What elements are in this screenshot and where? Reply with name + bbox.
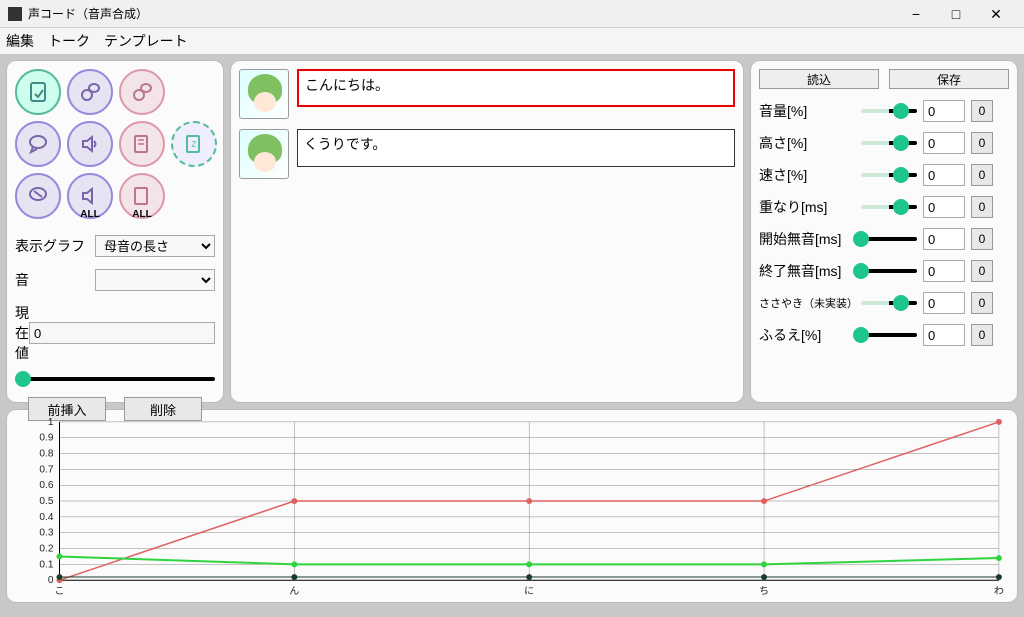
param-label: 開始無音[ms] <box>759 229 855 249</box>
param-row: 終了無音[ms] 0 <box>759 259 1009 283</box>
param-slider[interactable] <box>861 301 917 305</box>
param-value[interactable] <box>923 132 965 154</box>
left-panel: Z ALL ALL 表示グラフ 母音の長さ 音 現在値 前挿入 削除 <box>6 60 224 403</box>
menu-talk[interactable]: トーク <box>48 31 90 51</box>
param-zero-button[interactable]: 0 <box>971 260 993 282</box>
param-label: 高さ[%] <box>759 133 855 153</box>
param-slider[interactable] <box>861 205 917 209</box>
talk-row: こんにちは。 <box>239 69 735 119</box>
tool-icon-9[interactable]: ALL <box>67 173 113 219</box>
param-value[interactable] <box>923 228 965 250</box>
talk-text[interactable]: くうりです。 <box>297 129 735 167</box>
param-slider[interactable] <box>861 333 917 337</box>
menu-edit[interactable]: 編集 <box>6 31 34 51</box>
param-slider[interactable] <box>861 141 917 145</box>
svg-text:0.2: 0.2 <box>39 544 53 555</box>
graph-label: 表示グラフ <box>15 236 95 256</box>
svg-text:0.6: 0.6 <box>39 480 53 491</box>
svg-text:0.1: 0.1 <box>39 559 53 570</box>
param-zero-button[interactable]: 0 <box>971 132 993 154</box>
svg-text:1: 1 <box>48 417 54 428</box>
param-slider[interactable] <box>861 109 917 113</box>
sound-select[interactable] <box>95 269 215 291</box>
avatar[interactable] <box>239 69 289 119</box>
tool-icon-10[interactable]: ALL <box>119 173 165 219</box>
talk-row: くうりです。 <box>239 129 735 179</box>
param-label: ささやき（未実装）[-] <box>759 295 855 311</box>
tool-icon-2[interactable] <box>67 69 113 115</box>
avatar[interactable] <box>239 129 289 179</box>
tool-icon-8[interactable] <box>15 173 61 219</box>
center-panel: こんにちは。くうりです。 <box>230 60 744 403</box>
tool-icon-7[interactable]: Z <box>171 121 217 167</box>
param-value[interactable] <box>923 100 965 122</box>
svg-text:に: に <box>524 585 534 597</box>
load-button[interactable]: 読込 <box>759 69 879 89</box>
param-row: ささやき（未実装）[-] 0 <box>759 291 1009 315</box>
talk-text[interactable]: こんにちは。 <box>297 69 735 107</box>
param-value[interactable] <box>923 292 965 314</box>
minimize-button[interactable]: − <box>896 0 936 28</box>
svg-text:ち: ち <box>759 585 769 597</box>
svg-text:ん: ん <box>289 585 299 597</box>
right-panel: 読込 保存 音量[%]0高さ[%]0速さ[%]0重なり[ms]0開始無音[ms]… <box>750 60 1018 403</box>
svg-text:0.3: 0.3 <box>39 528 53 539</box>
svg-text:0.9: 0.9 <box>39 433 53 444</box>
tool-icon-6[interactable] <box>119 121 165 167</box>
svg-text:わ: わ <box>994 585 1004 597</box>
app-icon <box>8 7 22 21</box>
param-zero-button[interactable]: 0 <box>971 164 993 186</box>
param-zero-button[interactable]: 0 <box>971 196 993 218</box>
current-label: 現在値 <box>15 303 29 363</box>
param-value[interactable] <box>923 324 965 346</box>
current-value[interactable] <box>29 322 215 344</box>
svg-text:0: 0 <box>48 575 54 586</box>
param-label: 音量[%] <box>759 101 855 121</box>
param-slider[interactable] <box>861 237 917 241</box>
menu-template[interactable]: テンプレート <box>104 31 188 51</box>
window-title: 声コード（音声合成） <box>28 5 148 22</box>
param-row: 音量[%] 0 <box>759 99 1009 123</box>
param-value[interactable] <box>923 260 965 282</box>
tool-icon-5[interactable] <box>67 121 113 167</box>
param-label: 重なり[ms] <box>759 197 855 217</box>
svg-text:こ: こ <box>54 586 64 597</box>
maximize-button[interactable]: □ <box>936 0 976 28</box>
svg-text:Z: Z <box>192 140 197 149</box>
tool-icon-4[interactable] <box>15 121 61 167</box>
graph-select[interactable]: 母音の長さ <box>95 235 215 257</box>
param-value[interactable] <box>923 164 965 186</box>
svg-text:0.8: 0.8 <box>39 449 53 460</box>
param-zero-button[interactable]: 0 <box>971 228 993 250</box>
param-row: 開始無音[ms] 0 <box>759 227 1009 251</box>
param-slider[interactable] <box>861 269 917 273</box>
current-slider[interactable] <box>15 377 215 381</box>
tool-icon-3[interactable] <box>119 69 165 115</box>
save-button[interactable]: 保存 <box>889 69 1009 89</box>
param-row: ふるえ[%] 0 <box>759 323 1009 347</box>
param-row: 速さ[%] 0 <box>759 163 1009 187</box>
tool-icon-1[interactable] <box>15 69 61 115</box>
sound-label: 音 <box>15 270 95 290</box>
param-row: 重なり[ms] 0 <box>759 195 1009 219</box>
param-label: 速さ[%] <box>759 165 855 185</box>
param-label: ふるえ[%] <box>759 325 855 345</box>
svg-text:0.4: 0.4 <box>39 512 53 523</box>
param-slider[interactable] <box>861 173 917 177</box>
close-button[interactable]: ✕ <box>976 0 1016 28</box>
svg-text:0.7: 0.7 <box>39 464 53 475</box>
param-row: 高さ[%] 0 <box>759 131 1009 155</box>
chart-panel: 0 0.1 0.2 0.3 0.4 0.5 0.6 0.7 0.8 0.9 1 こ ん に ち わ <box>6 409 1018 603</box>
param-value[interactable] <box>923 196 965 218</box>
svg-text:0.5: 0.5 <box>39 496 53 507</box>
param-zero-button[interactable]: 0 <box>971 324 993 346</box>
param-label: 終了無音[ms] <box>759 261 855 281</box>
param-zero-button[interactable]: 0 <box>971 292 993 314</box>
param-zero-button[interactable]: 0 <box>971 100 993 122</box>
